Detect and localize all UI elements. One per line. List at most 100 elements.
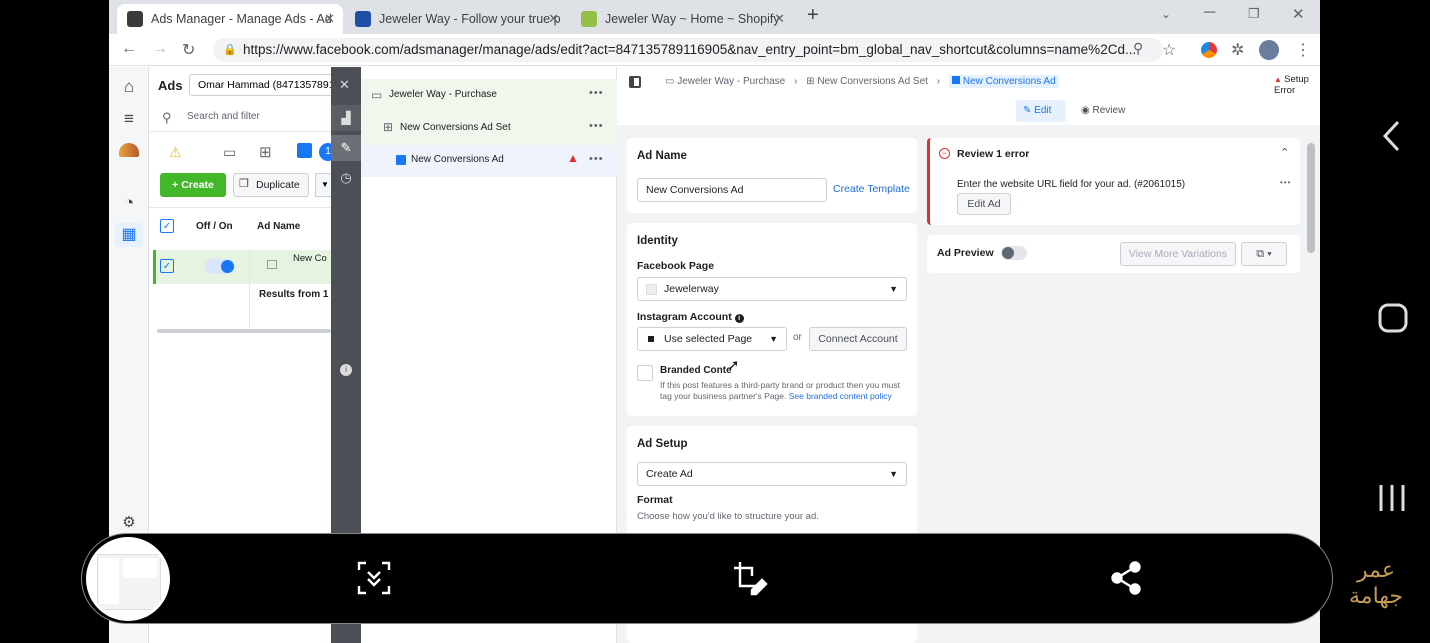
select-all-checkbox[interactable]: ✓ [160,219,174,233]
share-preview-button[interactable]: ⧉ ▾ [1241,242,1287,266]
gauge-icon[interactable]: ◔ [119,193,139,213]
close-icon[interactable]: ✕ [324,11,335,27]
adset-grid-icon[interactable]: ⊞ [259,143,272,161]
tab-jeweler-way[interactable]: Jeweler Way - Follow your true p ✕ [345,4,567,34]
gear-icon[interactable]: ⚙ [119,513,139,531]
pencil-edit-icon[interactable]: ✎ [331,135,361,161]
close-window-icon[interactable]: ✕ [1292,5,1305,23]
table-grid-icon[interactable]: ▦ [115,223,143,247]
error-more-icon[interactable]: ••• [1280,178,1291,187]
create-template-link[interactable]: Create Template [833,183,910,195]
branded-policy-link[interactable]: See branded content policy [789,391,892,401]
create-button[interactable]: + Create [160,173,226,197]
facebook-page-select[interactable]: Jewelerway ▼ [637,277,907,301]
tab-search-icon[interactable]: ⌄ [1161,7,1171,21]
clock-history-icon[interactable]: ◷ [331,165,361,191]
home-icon[interactable]: ⌂ [119,77,139,97]
tab-shopify[interactable]: Jeweler Way ~ Home ~ Shopify ✕ [571,4,793,34]
col-ad-name[interactable]: Ad Name [257,221,300,232]
info-icon[interactable]: i [340,364,352,376]
tree-ad[interactable]: New Conversions Ad [411,154,504,165]
instagram-value: Use selected Page [664,333,753,345]
share-icon[interactable] [1108,560,1144,596]
bookmark-star-icon[interactable]: ☆ [1162,40,1176,60]
restore-icon[interactable]: ❐ [1248,6,1260,22]
folder-icon: ▭ [371,88,383,102]
tab-ads-manager[interactable]: Ads Manager - Manage Ads - Ad ✕ [117,4,343,34]
back-icon[interactable]: ← [121,40,137,58]
close-icon[interactable]: ✕ [774,11,785,27]
col-off-on[interactable]: Off / On [196,221,233,232]
warning-icon: ▲ [1274,75,1285,84]
warning-filter-icon[interactable]: ⚠ [169,144,182,161]
edit-mode-button[interactable]: ✎ Edit [1016,100,1066,122]
row-toggle[interactable] [205,259,235,274]
tree-campaign[interactable]: Jeweler Way - Purchase [389,89,497,100]
duplicate-icon: ❐ [239,178,249,190]
account-avatar[interactable] [119,143,139,157]
horizontal-scrollbar[interactable] [157,329,331,333]
shopify-icon [581,11,597,27]
chevron-right-icon: › [794,76,798,87]
mouse-cursor-icon: ➚ [727,357,740,374]
branded-content-checkbox[interactable] [637,365,653,381]
panel-toggle-icon[interactable] [629,76,641,88]
row-checkbox[interactable]: ✓ [160,259,174,273]
section-title: Ad Setup [637,438,688,450]
section-title: Identity [637,235,678,247]
breadcrumb-adset[interactable]: New Conversions Ad Set [817,76,928,87]
tree-adset[interactable]: New Conversions Ad Set [400,122,511,133]
row-ad-name[interactable]: New Co [293,253,327,264]
recents-nav-icon[interactable] [1377,482,1407,523]
edit-ad-button[interactable]: Edit Ad [957,193,1011,215]
adset-more-icon[interactable]: ••• [589,120,604,132]
ad-setup-select[interactable]: Create Ad ▼ [637,462,907,486]
menu-kebab-icon[interactable]: ⋮ [1295,40,1311,60]
url-field[interactable]: 🔒 https://www.facebook.com/adsmanager/ma… [213,38,1163,62]
new-tab-button[interactable]: + [807,4,819,27]
zoom-icon[interactable]: ⚲ [1133,40,1143,57]
campaign-more-icon[interactable]: ••• [589,87,604,99]
close-icon[interactable]: ✕ [548,11,559,27]
hamburger-menu-icon[interactable]: ≡ [119,109,139,129]
view-more-variations-button[interactable]: View More Variations [1120,242,1236,266]
reload-icon[interactable]: ↻ [182,40,195,60]
extensions-puzzle-icon[interactable]: ✲ [1231,40,1244,60]
back-nav-icon[interactable] [1380,118,1404,163]
edit-label: Edit [1034,105,1052,116]
ad-name-card: Ad Name New Conversions Ad Create Templa… [627,138,917,213]
ad-name-input[interactable]: New Conversions Ad [637,178,827,202]
profile-avatar[interactable] [1259,40,1279,60]
format-label: Format [637,494,673,506]
info-icon[interactable]: i [734,314,744,323]
forward-icon[interactable]: → [152,40,168,58]
close-panel-icon[interactable]: ✕ [339,77,350,93]
scroll-capture-icon[interactable] [356,560,392,596]
extension-icon[interactable] [1201,42,1217,58]
connect-account-button[interactable]: Connect Account [809,327,907,351]
folder-icon[interactable]: ▭ [223,144,236,161]
plus-icon: + [172,179,182,191]
screenshot-thumbnail[interactable] [86,537,170,621]
chart-icon[interactable]: ▟ [331,105,361,131]
facebook-page-value: Jewelerway [664,283,719,295]
branded-content-title: Branded Conte [660,365,732,376]
account-selector[interactable]: Omar Hammad (847135789116 [189,74,331,96]
chevron-up-icon[interactable]: ⌃ [1280,146,1289,159]
page-flag-icon [648,336,654,342]
ad-more-icon[interactable]: ••• [589,153,604,165]
minimize-icon[interactable]: ─ [1204,4,1215,22]
screenshot-toolbar [81,533,1333,624]
review-mode-button[interactable]: ◉ Review [1081,105,1125,116]
instagram-select[interactable]: Use selected Page ▼ [637,327,787,351]
preview-toggle[interactable] [1001,246,1027,260]
adset-grid-icon: ⊞ [383,120,394,134]
crop-edit-icon[interactable] [732,560,768,596]
breadcrumb-campaign[interactable]: Jeweler Way - Purchase [677,76,785,87]
search-icon: ⚲ [162,110,172,125]
duplicate-dropdown[interactable]: ▼ [315,173,331,197]
breadcrumb-ad[interactable]: New Conversions Ad [948,75,1059,88]
ads-level-icon[interactable] [297,143,312,158]
search-placeholder[interactable]: Search and filter [187,111,260,122]
home-nav-icon[interactable] [1377,302,1409,343]
